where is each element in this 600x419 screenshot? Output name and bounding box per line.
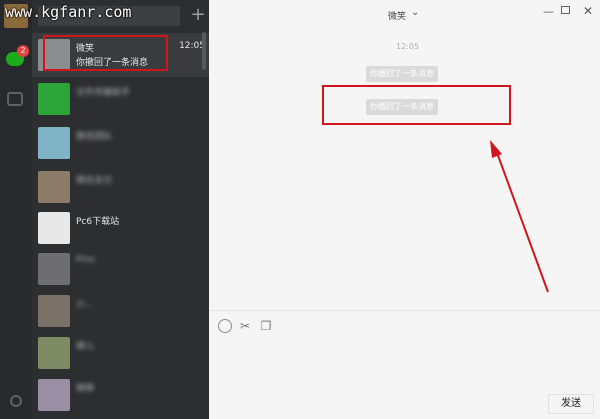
annotation-arrow <box>490 140 549 293</box>
watermark: www.kgfanr.com <box>5 3 132 21</box>
